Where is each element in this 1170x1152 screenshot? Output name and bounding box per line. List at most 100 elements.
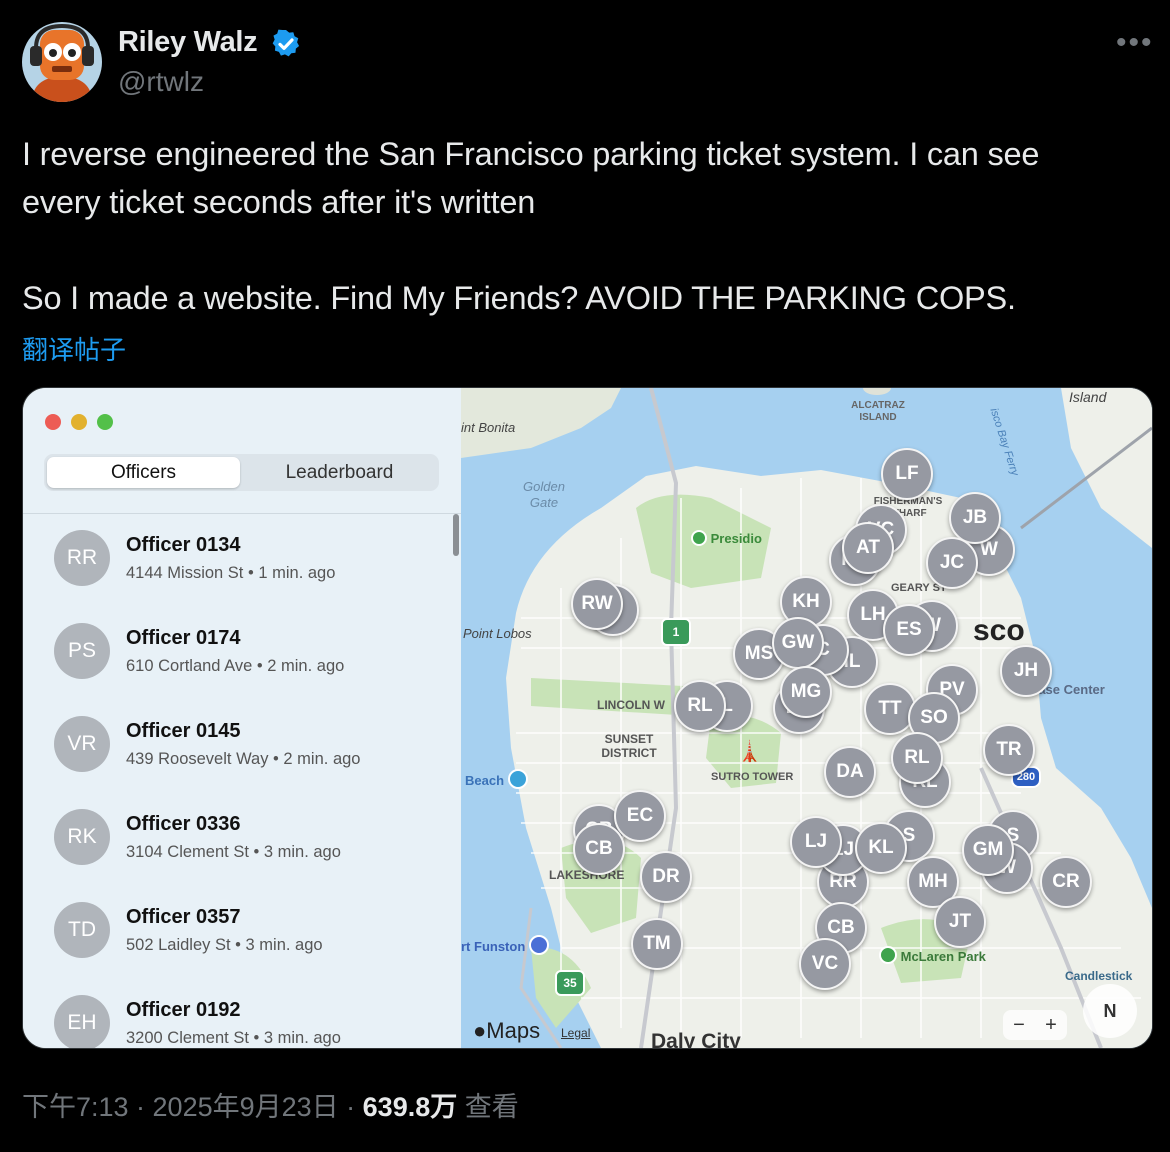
officer-name: Officer 0357: [126, 906, 241, 928]
verified-badge-icon: [270, 28, 302, 60]
officer-address: 439 Roosevelt Way: [126, 750, 269, 768]
officer-address: 502 Laidley St: [126, 936, 231, 954]
officer-name: Officer 0192: [126, 999, 241, 1021]
map-label: SUTRO TOWER: [711, 771, 794, 783]
map-label: int Bonita: [461, 420, 516, 435]
officer-marker[interactable]: RL: [891, 732, 943, 784]
officer-marker[interactable]: RW: [571, 578, 623, 630]
officer-marker[interactable]: JH: [1000, 645, 1052, 697]
author-name[interactable]: Riley Walz: [118, 26, 258, 59]
officer-list-item[interactable]: VR Officer 0145 439 Roosevelt Way • 2 mi…: [23, 716, 443, 809]
route-35-shield: 35: [555, 970, 585, 996]
park-pin-icon: [691, 530, 707, 546]
officer-marker[interactable]: VC: [799, 938, 851, 990]
officer-marker[interactable]: AT: [842, 522, 894, 574]
officer-marker[interactable]: JB: [949, 492, 1001, 544]
map-label-text: Presidio: [710, 531, 762, 546]
map-label: Beach: [465, 769, 528, 789]
divider: [23, 513, 461, 514]
officer-address: 3104 Clement St: [126, 843, 249, 861]
officer-location: 502 Laidley St • 3 min. ago: [126, 936, 323, 954]
officer-marker[interactable]: EC: [614, 790, 666, 842]
post-timestamp[interactable]: 下午7:13 · 2025年9月23日 ·: [22, 1092, 363, 1122]
officer-marker[interactable]: DR: [640, 851, 692, 903]
officer-name: Officer 0336: [126, 813, 241, 835]
map-label: Presidio: [691, 530, 762, 546]
officer-marker[interactable]: GM: [962, 824, 1014, 876]
officer-list-item[interactable]: RK Officer 0336 3104 Clement St • 3 min.…: [23, 809, 443, 902]
map-label: Island: [1069, 389, 1107, 405]
legal-link[interactable]: Legal: [561, 1026, 590, 1040]
officer-marker[interactable]: JT: [934, 896, 986, 948]
officer-marker[interactable]: JC: [926, 537, 978, 589]
officer-address: 3200 Clement St: [126, 1029, 249, 1047]
compass-button[interactable]: N: [1083, 984, 1137, 1038]
officer-name: Officer 0145: [126, 720, 241, 742]
officer-address: 4144 Mission St: [126, 564, 244, 582]
author-handle[interactable]: @rtwlz: [118, 66, 204, 98]
map-label: Point Lobos: [463, 626, 532, 641]
zoom-window-button[interactable]: [97, 414, 113, 430]
maps-logo-text: Maps: [486, 1018, 541, 1043]
sutro-tower-icon: 🗼: [737, 741, 762, 763]
officer-marker[interactable]: LF: [881, 448, 933, 500]
view-count: 639.8万: [362, 1092, 458, 1122]
officer-location: 610 Cortland Ave • 2 min. ago: [126, 657, 345, 675]
tab-officers[interactable]: Officers: [47, 457, 240, 488]
route-1-shield: 1: [661, 618, 691, 646]
zoom-out-button[interactable]: −: [1013, 1014, 1025, 1037]
officer-name: Officer 0134: [126, 534, 241, 556]
map-label: Candlestick: [1065, 969, 1133, 983]
tab-leaderboard[interactable]: Leaderboard: [243, 457, 436, 488]
officer-avatar: TD: [54, 902, 110, 958]
more-icon[interactable]: •••: [1116, 26, 1154, 60]
officer-list-item[interactable]: PS Officer 0174 610 Cortland Ave • 2 min…: [23, 623, 443, 716]
close-window-button[interactable]: [45, 414, 61, 430]
officer-marker[interactable]: RL: [674, 680, 726, 732]
officer-marker[interactable]: GW: [772, 617, 824, 669]
map-label-text: Beach: [465, 773, 505, 788]
author-avatar[interactable]: [22, 22, 102, 102]
officer-time-ago: 2 min. ago: [283, 750, 361, 768]
officer-address: 610 Cortland Ave: [126, 657, 253, 675]
zoom-in-button[interactable]: +: [1045, 1014, 1057, 1037]
map-label-text: rt Funston: [461, 939, 526, 954]
officer-avatar: PS: [54, 623, 110, 679]
map-label: Golden Gate: [523, 479, 565, 510]
officers-sidebar: Officers Leaderboard RR Officer 0134 414…: [23, 388, 461, 1048]
officer-marker[interactable]: ES: [883, 604, 935, 656]
officer-list-item[interactable]: TD Officer 0357 502 Laidley St • 3 min. …: [23, 902, 443, 995]
map-label: SUNSET DISTRICT: [601, 732, 657, 760]
officer-location: 3104 Clement St • 3 min. ago: [126, 843, 341, 861]
officer-marker[interactable]: DA: [824, 746, 876, 798]
tweet-text-line: I reverse engineered the San Francisco p…: [22, 136, 1040, 172]
officer-time-ago: 3 min. ago: [263, 843, 341, 861]
map-label-text: McLaren Park: [900, 949, 986, 964]
officer-location: 439 Roosevelt Way • 2 min. ago: [126, 750, 361, 768]
officer-marker[interactable]: TM: [631, 918, 683, 970]
scrollbar[interactable]: [453, 514, 459, 556]
officer-marker[interactable]: CB: [573, 823, 625, 875]
officer-avatar: VR: [54, 716, 110, 772]
translate-post-link[interactable]: 翻译帖子: [22, 330, 126, 367]
officer-location: 3200 Clement St • 3 min. ago: [126, 1029, 341, 1047]
officer-marker[interactable]: CR: [1040, 856, 1092, 908]
officer-list-item[interactable]: RR Officer 0134 4144 Mission St • 1 min.…: [23, 530, 443, 623]
officer-list-item[interactable]: EH Officer 0192 3200 Clement St • 3 min.…: [23, 995, 443, 1048]
compass-icon: N: [1103, 1001, 1117, 1021]
officer-location: 4144 Mission St • 1 min. ago: [126, 564, 336, 582]
officer-avatar: RR: [54, 530, 110, 586]
officer-marker[interactable]: LJ: [790, 816, 842, 868]
beach-pin-icon: [507, 769, 528, 789]
map-label: ALCATRAZ ISLAND: [851, 400, 905, 423]
tweet-text-line: So I made a website. Find My Friends? AV…: [22, 280, 1016, 316]
map-view[interactable]: int Bonita Golden Gate ALCATRAZ ISLAND I…: [461, 388, 1152, 1048]
officer-marker[interactable]: TR: [983, 724, 1035, 776]
officer-marker[interactable]: MG: [780, 666, 832, 718]
media-screenshot[interactable]: Officers Leaderboard RR Officer 0134 414…: [22, 387, 1153, 1049]
map-label: LINCOLN W: [597, 698, 665, 712]
officer-marker[interactable]: KL: [855, 822, 907, 874]
officer-marker[interactable]: TT: [864, 683, 916, 735]
tweet-metadata: 下午7:13 · 2025年9月23日 · 639.8万 查看: [22, 1085, 519, 1124]
minimize-window-button[interactable]: [71, 414, 87, 430]
